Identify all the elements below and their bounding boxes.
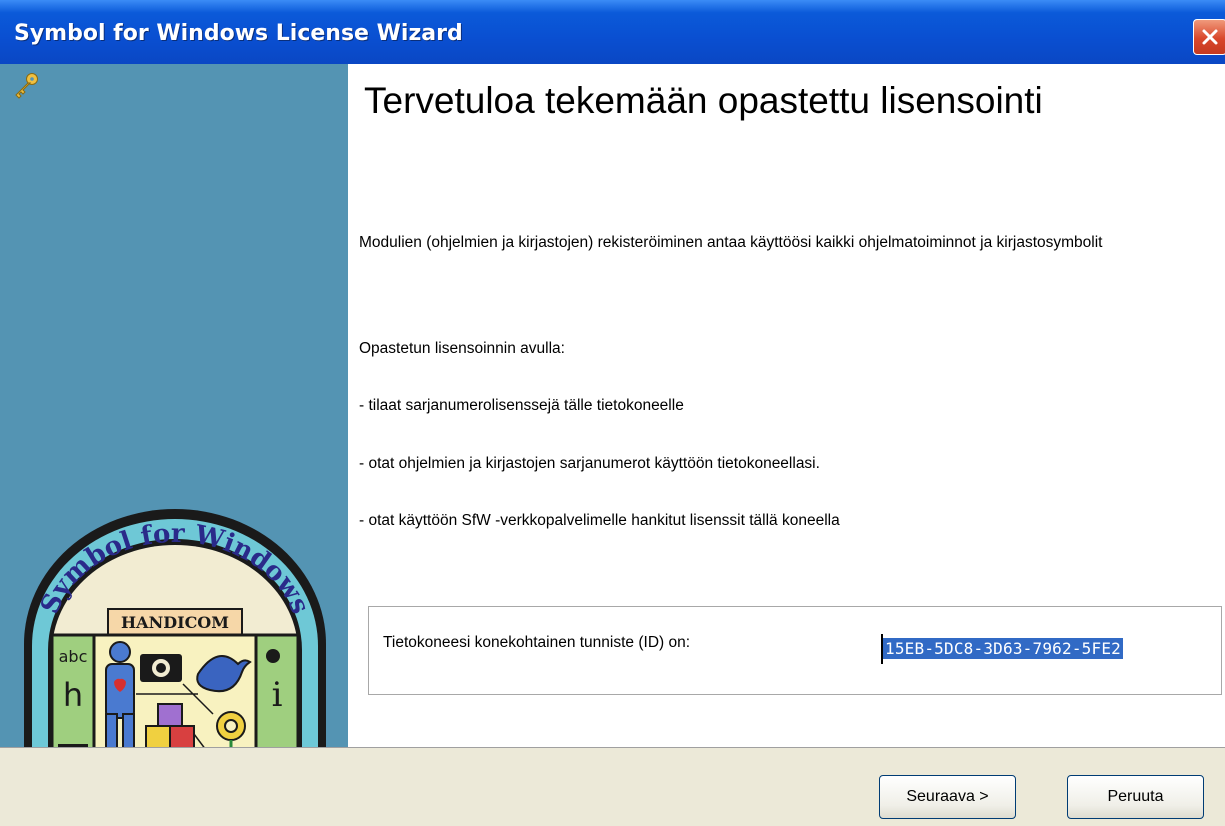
machine-id-value: 15EB-5DC8-3D63-7962-5FE2 bbox=[883, 638, 1123, 659]
next-button[interactable]: Seuraava > bbox=[879, 775, 1016, 819]
with-help-text: Opastetun lisensoinnin avulla: bbox=[359, 340, 565, 357]
close-button[interactable] bbox=[1193, 19, 1225, 55]
page-title: Tervetuloa tekemään opastettu lisensoint… bbox=[364, 80, 1043, 121]
wizard-sidebar: Symbol for Windows HANDICOM abc h i bbox=[0, 64, 348, 789]
title-bar: Symbol for Windows License Wizard bbox=[0, 0, 1225, 64]
logo-subtitle: HANDICOM bbox=[121, 613, 229, 632]
window-title: Symbol for Windows License Wizard bbox=[14, 21, 463, 46]
logo-h: h bbox=[63, 676, 83, 714]
bullet-2: - otat ohjelmien ja kirjastojen sarjanum… bbox=[359, 455, 820, 472]
key-icon bbox=[15, 73, 38, 99]
cancel-button[interactable]: Peruuta bbox=[1067, 775, 1204, 819]
close-icon bbox=[1202, 29, 1218, 45]
machine-id-group: Tietokoneesi konekohtainen tunniste (ID)… bbox=[368, 606, 1222, 695]
logo-abc: abc bbox=[59, 647, 88, 666]
machine-id-label: Tietokoneesi konekohtainen tunniste (ID)… bbox=[383, 634, 691, 651]
machine-id-field[interactable]: 15EB-5DC8-3D63-7962-5FE2 bbox=[881, 634, 1202, 664]
bullet-3: - otat käyttöön SfW -verkkopalvelimelle … bbox=[359, 512, 840, 529]
intro-text: Modulien (ohjelmien ja kirjastojen) reki… bbox=[359, 234, 1103, 251]
bullet-1: - tilaat sarjanumerolisenssejä tälle tie… bbox=[359, 397, 684, 414]
logo-i: i bbox=[272, 675, 283, 715]
wizard-content: Tervetuloa tekemään opastettu lisensoint… bbox=[348, 64, 1225, 747]
button-bar: Seuraava > Peruuta bbox=[0, 747, 1225, 826]
